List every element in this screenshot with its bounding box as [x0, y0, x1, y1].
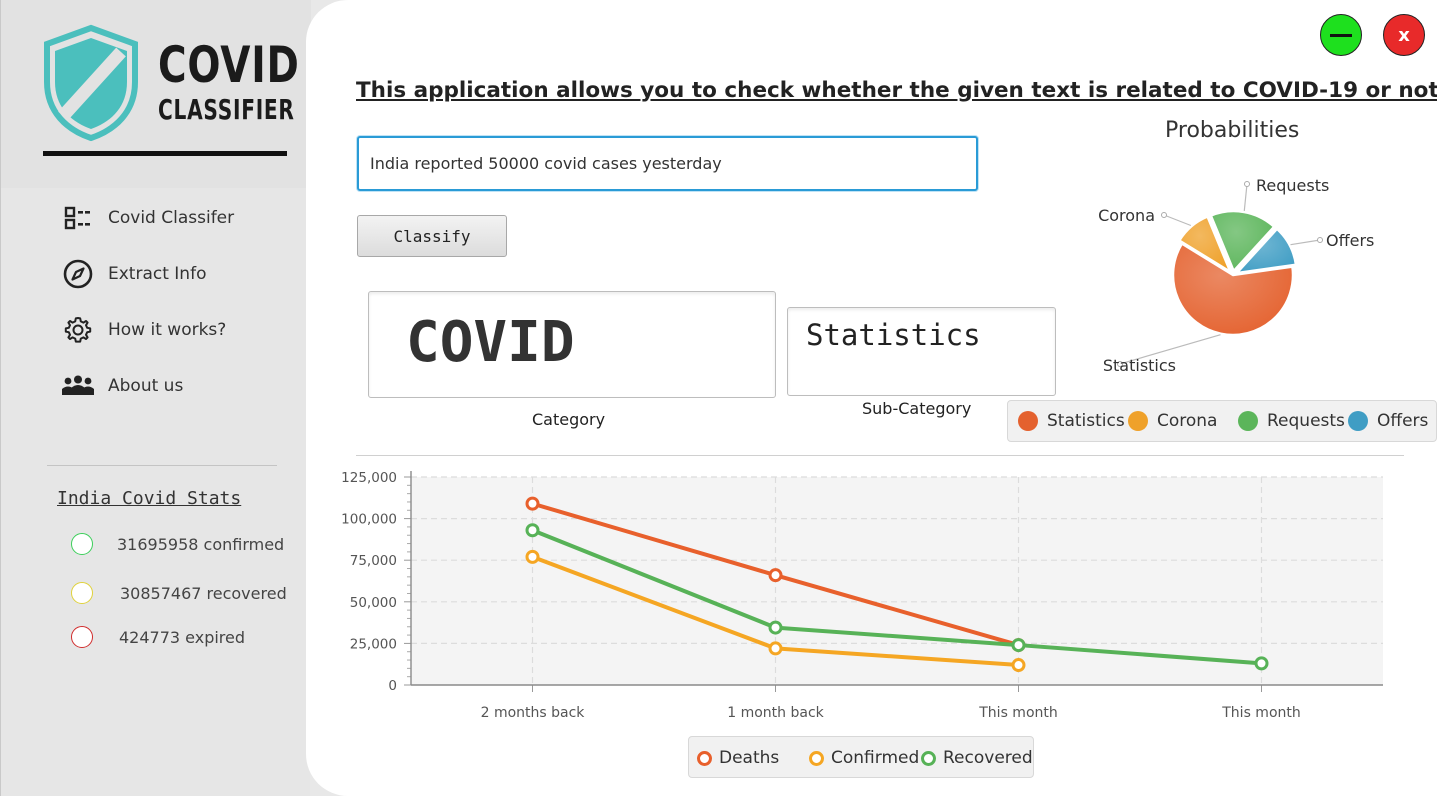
legend-ring-icon — [809, 750, 824, 766]
category-result-box: COVID — [368, 291, 776, 398]
legend-dot-icon — [1348, 411, 1368, 431]
content-divider — [356, 455, 1404, 456]
subcategory-value: Statistics — [806, 318, 981, 352]
group-icon — [57, 370, 99, 402]
category-label: Category — [532, 410, 606, 429]
x-tick-label: 2 months back — [481, 705, 586, 721]
stat-text: 30857467 recovered — [120, 583, 287, 603]
line-legend: Deaths Confirmed Recovered — [688, 736, 1034, 778]
x-tick-label: This month — [978, 705, 1058, 721]
nav-label: Covid Classifer — [108, 208, 235, 228]
logo-title: COVID — [158, 36, 300, 94]
gear-icon — [57, 314, 99, 346]
logo-subtitle: CLASSIFIER — [158, 93, 295, 126]
data-point — [1011, 638, 1026, 653]
legend-item-recovered: Recovered — [921, 748, 1033, 768]
y-tick-label: 0 — [388, 678, 397, 694]
legend-item-statistics: Statistics — [1018, 411, 1125, 431]
data-point — [1254, 656, 1269, 671]
legend-ring-icon — [921, 750, 936, 766]
nav-label: How it works? — [108, 320, 227, 340]
category-value: COVID — [406, 310, 575, 375]
stat-expired: 424773 expired — [71, 626, 245, 648]
legend-label: Recovered — [943, 748, 1033, 768]
nav-covid-classifier[interactable]: Covid Classifer — [57, 198, 297, 238]
x-tick-label: This month — [1221, 705, 1301, 721]
legend-item-requests: Requests — [1238, 411, 1345, 431]
close-icon: x — [1398, 24, 1410, 46]
pie-chart-title: Probabilities — [1165, 118, 1300, 143]
sidebar: COVID CLASSIFIER Covid Classifer Extract… — [0, 0, 311, 796]
legend-label: Confirmed — [831, 748, 920, 768]
classify-button[interactable]: Classify — [357, 215, 507, 257]
subcategory-label: Sub-Category — [862, 399, 972, 418]
page-title: This application allows you to check whe… — [356, 78, 1437, 103]
nav-how-it-works[interactable]: How it works? — [57, 310, 297, 350]
nav-label: About us — [108, 376, 184, 396]
logo: COVID CLASSIFIER — [1, 0, 311, 188]
status-circle-icon — [71, 582, 93, 604]
line-chart: 0 25,000 50,000 75,000 100,000 125,000 2 month… — [341, 470, 1383, 721]
legend-label: Deaths — [719, 748, 780, 768]
legend-item-offers: Offers — [1348, 411, 1428, 431]
stat-text: 31695958 confirmed — [117, 534, 285, 554]
data-point — [768, 568, 783, 583]
legend-item-deaths: Deaths — [697, 748, 779, 768]
subcategory-result-box: Statistics — [787, 307, 1056, 396]
minimize-button[interactable] — [1320, 14, 1362, 56]
pie-label: Requests — [1256, 176, 1329, 195]
list-icon — [57, 202, 99, 234]
legend-dot-icon — [1018, 411, 1038, 431]
nav-label: Extract Info — [108, 264, 207, 284]
shield-logo-icon — [44, 24, 138, 142]
pie-legend: Statistics Corona Requests Offers — [1007, 400, 1437, 442]
legend-label: Offers — [1377, 411, 1429, 431]
data-point — [768, 641, 783, 656]
y-tick-label: 125,000 — [341, 470, 397, 486]
nav-about-us[interactable]: About us — [57, 366, 297, 406]
legend-dot-icon — [1128, 411, 1148, 431]
legend-ring-icon — [697, 750, 712, 766]
data-point — [1011, 658, 1026, 673]
pie-label: Offers — [1326, 231, 1374, 250]
stat-recovered: 30857467 recovered — [71, 582, 287, 604]
stat-text: 424773 expired — [119, 627, 246, 647]
logo-divider — [43, 151, 287, 156]
y-tick-label: 25,000 — [350, 636, 397, 652]
status-circle-icon — [71, 533, 93, 555]
compass-icon — [57, 258, 99, 290]
legend-item-confirmed: Confirmed — [809, 748, 919, 768]
data-point — [525, 523, 540, 538]
stats-title: India Covid Stats — [57, 488, 242, 509]
y-tick-label: 75,000 — [350, 553, 397, 569]
data-point — [768, 620, 783, 635]
minimize-icon — [1330, 33, 1352, 37]
stat-confirmed: 31695958 confirmed — [71, 533, 284, 555]
x-tick-label: 1 month back — [727, 705, 824, 721]
nav-extract-info[interactable]: Extract Info — [57, 254, 297, 294]
data-point — [525, 496, 540, 511]
legend-label: Requests — [1267, 411, 1345, 431]
y-tick-label: 100,000 — [341, 512, 397, 528]
sidebar-divider — [47, 465, 277, 466]
pie-label: Statistics — [1103, 356, 1176, 375]
legend-item-corona: Corona — [1128, 411, 1217, 431]
legend-label: Statistics — [1047, 411, 1125, 431]
text-input[interactable] — [357, 136, 978, 191]
y-tick-label: 50,000 — [350, 595, 397, 611]
legend-label: Corona — [1157, 411, 1218, 431]
plot-background — [411, 477, 1383, 685]
data-point — [525, 549, 540, 564]
status-circle-icon — [71, 626, 93, 648]
close-button[interactable]: x — [1383, 14, 1425, 56]
pie-chart: Statistics Corona Requests Offers — [1098, 176, 1374, 375]
pie-label: Corona — [1098, 206, 1155, 225]
legend-dot-icon — [1238, 411, 1258, 431]
